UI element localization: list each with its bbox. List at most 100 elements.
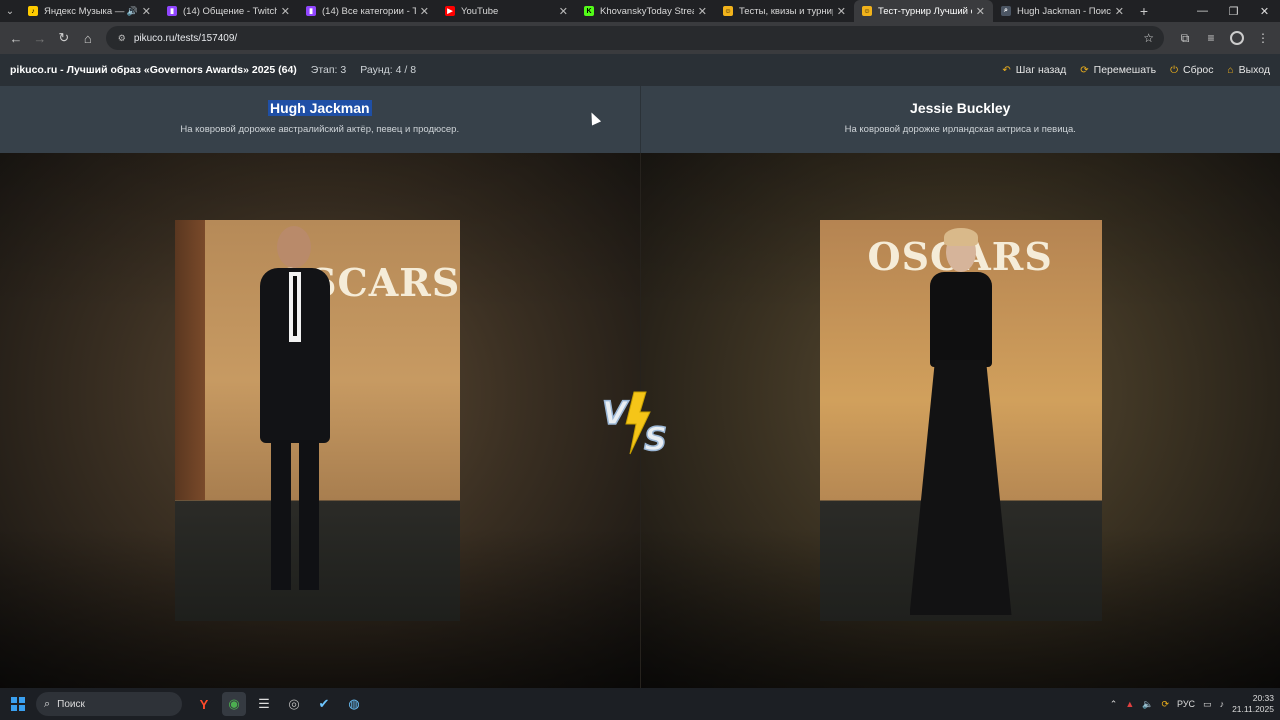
forward-icon[interactable]: → xyxy=(28,26,52,50)
reload-icon[interactable]: ↻ xyxy=(52,26,76,50)
reset-button[interactable]: ⏻ Сброс xyxy=(1170,64,1213,76)
site-info-icon[interactable]: ⚙ xyxy=(116,32,128,44)
shuffle-icon: ⟳ xyxy=(1080,64,1089,76)
contestant-right-name: Jessie Buckley xyxy=(910,100,1011,116)
tab-label: (14) Общение - Twitch xyxy=(183,5,277,17)
close-tab-icon[interactable]: ✕ xyxy=(142,5,151,18)
contestant-left-name: Hugh Jackman xyxy=(267,100,372,116)
chrome-icon[interactable]: ◉ xyxy=(222,692,246,716)
tray-volume-icon[interactable]: 🔈 xyxy=(1142,699,1153,710)
contestant-left-area[interactable]: OSCARS xyxy=(0,153,640,688)
browser-toolbar: ← → ↻ ⌂ ⚙ pikuco.ru/tests/157409/ ☆ ⧉ ≡ … xyxy=(0,22,1280,54)
tab-label: (14) Все категории - Twit xyxy=(322,5,416,17)
close-tab-icon[interactable]: ✕ xyxy=(837,5,846,18)
profile-avatar-icon[interactable] xyxy=(1229,31,1244,45)
youtube-icon: ▶ xyxy=(445,6,455,16)
close-tab-icon[interactable]: ✕ xyxy=(420,5,429,18)
tab-label: Яндекс Музыка — со xyxy=(44,5,125,17)
extensions-icon[interactable]: ⧉ xyxy=(1172,26,1198,50)
network-icon[interactable]: ▭ xyxy=(1203,699,1212,710)
tab-search-results[interactable]: ⌕ Hugh Jackman - Поиск в ✕ xyxy=(993,0,1132,22)
keyboard-language[interactable]: РУС xyxy=(1177,699,1195,709)
tray-overflow-icon[interactable]: ⌃ xyxy=(1110,699,1118,710)
browser-menu-icon[interactable]: ⋮ xyxy=(1250,26,1276,50)
tab-label: Hugh Jackman - Поиск в xyxy=(1017,5,1111,17)
audio-playing-icon[interactable]: 🔊 xyxy=(127,6,138,17)
contestant-right-header[interactable]: Jessie Buckley На ковровой дорожке ирлан… xyxy=(639,86,1280,153)
tab-label: Тесты, квизы и турниры xyxy=(739,5,833,17)
contestant-right-description: На ковровой дорожке ирландская актриса и… xyxy=(844,124,1076,135)
wood-panel xyxy=(175,220,205,500)
close-tab-icon[interactable]: ✕ xyxy=(281,5,290,18)
app-badge-icon[interactable]: ◎ xyxy=(282,692,306,716)
system-tray: ⌃ ▲ 🔈 ⟳ РУС ▭ ♪ 20:33 21.11.2025 xyxy=(1110,693,1274,715)
vs-s-letter: S xyxy=(644,420,667,458)
tab-twitch-chat[interactable]: ▮ (14) Общение - Twitch ✕ xyxy=(159,0,298,22)
taskbar-clock[interactable]: 20:33 21.11.2025 xyxy=(1232,693,1274,715)
twitch-icon: ▮ xyxy=(167,6,177,16)
undo-icon: ↶ xyxy=(1002,64,1011,76)
page-title: pikuco.ru - Лучший образ «Governors Awar… xyxy=(10,64,297,76)
kick-icon: K xyxy=(584,6,594,16)
clock-date: 21.11.2025 xyxy=(1232,704,1274,714)
contestant-left-header[interactable]: Hugh Jackman На ковровой дорожке австрал… xyxy=(0,86,640,153)
maximize-icon[interactable]: ❐ xyxy=(1218,0,1249,22)
window-controls: — ❐ ✕ xyxy=(1187,0,1280,22)
reset-label: Сброс xyxy=(1183,64,1214,76)
media-controls-icon[interactable]: ≡ xyxy=(1198,26,1224,50)
bookmark-star-icon[interactable]: ☆ xyxy=(1143,31,1154,45)
browser-tab-strip: ⌄ ♪ Яндекс Музыка — со 🔊 ✕ ▮ (14) Общени… xyxy=(0,0,1280,22)
address-bar[interactable]: ⚙ pikuco.ru/tests/157409/ ☆ xyxy=(105,26,1164,50)
taskbar-search-input[interactable]: ⌕ Поиск xyxy=(36,692,182,716)
round-indicator: Раунд: 4 / 8 xyxy=(360,64,417,76)
shuffle-button[interactable]: ⟳ Перемешать xyxy=(1080,64,1156,76)
tab-yandex-music[interactable]: ♪ Яндекс Музыка — со 🔊 ✕ xyxy=(20,0,159,22)
tab-label: YouTube xyxy=(461,5,499,17)
home-icon[interactable]: ⌂ xyxy=(76,26,100,50)
search-icon: ⌕ xyxy=(44,697,51,710)
pikuco-icon: ☺ xyxy=(862,6,872,16)
yandex-music-icon: ♪ xyxy=(28,6,38,16)
contestant-right-area[interactable]: OSCARS xyxy=(639,153,1280,688)
app-stack-icon[interactable]: ☰ xyxy=(252,692,276,716)
minimize-icon[interactable]: — xyxy=(1187,0,1218,22)
new-tab-icon[interactable]: + xyxy=(1132,0,1156,22)
shuffle-label: Перемешать xyxy=(1093,64,1157,76)
tab-pikuco-tests[interactable]: ☺ Тесты, квизы и турниры ✕ xyxy=(715,0,854,22)
close-window-icon[interactable]: ✕ xyxy=(1249,0,1280,22)
tab-label: Тест-турнир Лучший об xyxy=(878,5,972,17)
versus-arena: OSCARS OSCARS V xyxy=(0,153,1280,688)
speaker-icon[interactable]: ♪ xyxy=(1220,699,1225,709)
pikuco-icon: ☺ xyxy=(723,6,733,16)
exit-label: Выход xyxy=(1238,64,1270,76)
tab-search-menu-icon[interactable]: ⌄ xyxy=(0,0,20,22)
twitch-icon: ▮ xyxy=(306,6,316,16)
site-actions: ↶ Шаг назад ⟳ Перемешать ⏻ Сброс ⌂ Выход xyxy=(1002,64,1270,76)
taskbar-apps: Y ◉ ☰ ◎ ✔ ◍ xyxy=(192,692,366,716)
tab-kick-stream[interactable]: K KhovanskyToday Stream ✕ xyxy=(576,0,715,22)
contestant-left-description: На ковровой дорожке австралийский актёр,… xyxy=(180,124,460,135)
tab-twitch-categories[interactable]: ▮ (14) Все категории - Twit ✕ xyxy=(298,0,437,22)
close-tab-icon[interactable]: ✕ xyxy=(559,5,568,18)
exit-button[interactable]: ⌂ Выход xyxy=(1228,64,1270,76)
windows-taskbar: ⌕ Поиск Y ◉ ☰ ◎ ✔ ◍ ⌃ ▲ 🔈 ⟳ РУС ▭ ♪ 20:3… xyxy=(0,688,1280,720)
yandex-browser-icon[interactable]: Y xyxy=(192,692,216,716)
close-tab-icon[interactable]: ✕ xyxy=(976,5,985,18)
contestant-left-photo[interactable]: OSCARS xyxy=(175,220,460,621)
close-tab-icon[interactable]: ✕ xyxy=(1115,5,1124,18)
search-icon: ⌕ xyxy=(1001,6,1011,16)
contestant-right-photo[interactable]: OSCARS xyxy=(819,220,1102,621)
taskbar-search-placeholder: Поиск xyxy=(57,698,85,710)
close-tab-icon[interactable]: ✕ xyxy=(698,5,707,18)
undo-button[interactable]: ↶ Шаг назад xyxy=(1002,64,1066,76)
app-globe-icon[interactable]: ◍ xyxy=(342,692,366,716)
tab-pikuco-tournament[interactable]: ☺ Тест-турнир Лучший об ✕ xyxy=(854,0,993,22)
windows-start-icon[interactable] xyxy=(6,692,30,716)
app-check-icon[interactable]: ✔ xyxy=(312,692,336,716)
tray-sync-icon[interactable]: ⟳ xyxy=(1161,699,1169,710)
back-icon[interactable]: ← xyxy=(4,26,28,50)
tab-youtube[interactable]: ▶ YouTube ✕ xyxy=(437,0,576,22)
tray-alert-icon[interactable]: ▲ xyxy=(1125,699,1134,709)
url-text[interactable]: pikuco.ru/tests/157409/ xyxy=(134,33,1143,44)
reset-icon: ⏻ xyxy=(1170,64,1178,76)
